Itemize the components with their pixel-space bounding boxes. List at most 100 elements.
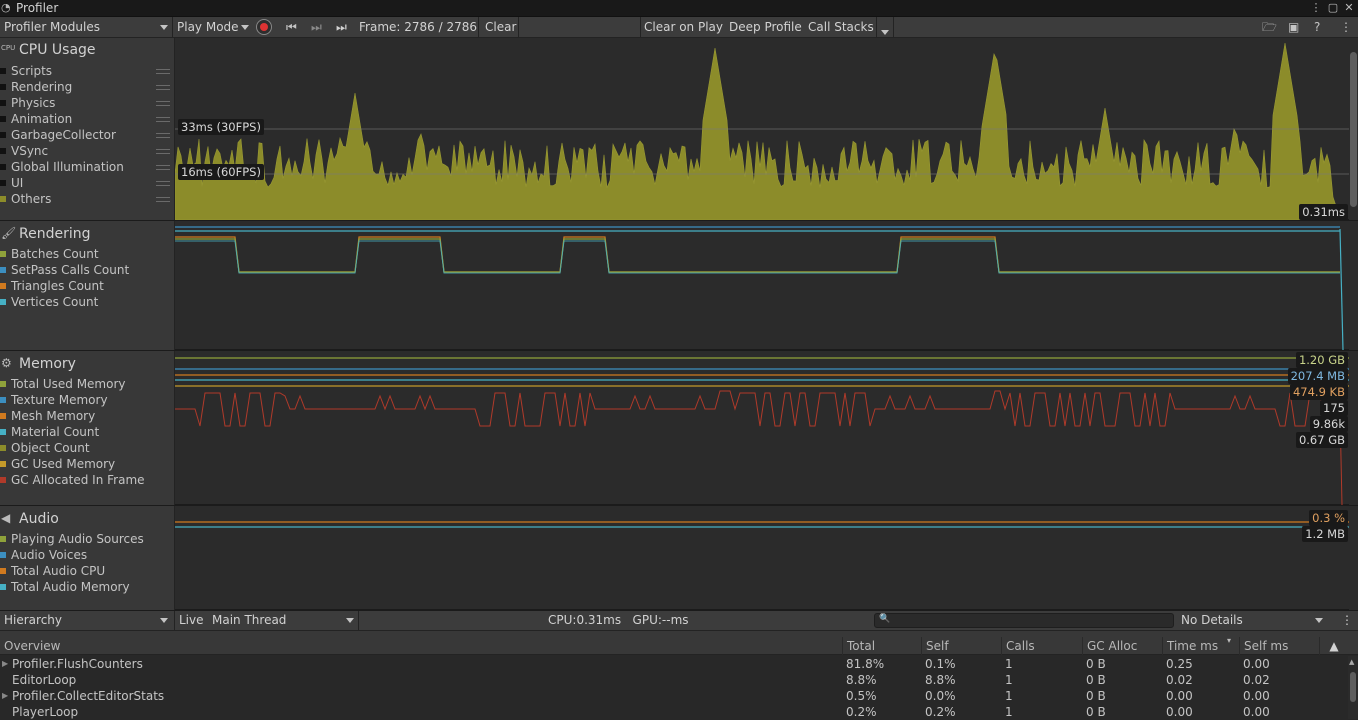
drag-handle-icon[interactable] [156,133,170,138]
audio-item[interactable]: Audio Voices [0,548,174,564]
drag-handle-icon[interactable] [156,69,170,74]
cpu-item[interactable]: GarbageCollector [0,128,174,144]
clear-on-play-toggle[interactable]: Clear on Play [640,17,727,37]
save-button[interactable]: ▣ [1284,17,1303,37]
drag-handle-icon[interactable] [156,181,170,186]
rendering-scrollbar[interactable] [1349,221,1358,350]
view-dropdown[interactable]: Hierarchy [0,611,172,630]
audio-module-panel[interactable]: ◀ Audio Playing Audio Sources Audio Voice… [0,506,175,610]
color-swatch[interactable] [0,115,6,122]
close-icon[interactable]: ✕ [1342,1,1356,14]
first-frame-button[interactable]: ⏮ [282,17,301,37]
cpu-item[interactable]: UI [0,176,174,192]
drag-handle-icon[interactable] [156,165,170,170]
drag-handle-icon[interactable] [156,101,170,106]
audio-item[interactable]: Total Audio CPU [0,564,174,580]
color-swatch[interactable] [0,567,6,574]
table-row[interactable]: EditorLoop 8.8% 8.8% 1 0 B 0.02 0.02 [0,672,1348,688]
memory-item[interactable]: GC Allocated In Frame [0,473,174,489]
color-swatch[interactable] [0,282,6,289]
scrollbar-thumb[interactable] [1350,52,1357,207]
current-frame-button[interactable]: ⏭ [332,17,351,37]
maximize-icon[interactable]: ▢ [1326,1,1340,14]
record-button[interactable] [256,19,272,35]
color-swatch[interactable] [0,412,6,419]
memory-graph[interactable]: 1.20 GB 207.4 MB 474.9 KB 175 9.86k 0.67… [175,351,1358,505]
cpu-scrollbar[interactable] [1349,38,1358,220]
color-swatch[interactable] [0,131,6,138]
expand-arrow-icon[interactable]: ▶ [2,656,8,672]
cpu-item[interactable]: Physics [0,96,174,112]
cpu-item[interactable]: Rendering [0,80,174,96]
table-row[interactable]: ▶ Profiler.CollectEditorStats 0.5% 0.0% 1 0 B… [0,688,1348,704]
column-header-calls[interactable]: Calls [1001,637,1082,655]
rendering-item[interactable]: SetPass Calls Count [0,263,174,279]
color-swatch[interactable] [0,298,6,305]
drag-handle-icon[interactable] [156,149,170,154]
color-swatch[interactable] [0,428,6,435]
live-toggle[interactable]: Live [175,611,208,630]
memory-item[interactable]: Total Used Memory [0,377,174,393]
load-button[interactable]: 🗁 [1258,17,1281,37]
column-header-total[interactable]: Total [842,637,921,655]
scroll-up-icon[interactable]: ▲ [1349,658,1354,666]
rendering-item[interactable]: Triangles Count [0,279,174,295]
rendering-item[interactable]: Batches Count [0,247,174,263]
color-swatch[interactable] [0,67,6,74]
table-row[interactable]: PlayerLoop 0.2% 0.2% 1 0 B 0.00 0.00 [0,704,1348,720]
memory-item[interactable]: GC Used Memory [0,457,174,473]
table-row[interactable]: ▶ Profiler.FlushCounters 81.8% 0.1% 1 0 B 0.25… [0,656,1348,672]
profiler-modules-dropdown[interactable]: Profiler Modules [0,17,172,37]
deep-profile-toggle[interactable]: Deep Profile [725,17,806,37]
audio-item[interactable]: Playing Audio Sources [0,532,174,548]
column-header-gc-alloc[interactable]: GC Alloc [1082,637,1162,655]
cpu-module-panel[interactable]: CPU CPU Usage Scripts Rendering Physics Ani… [0,38,175,220]
memory-item[interactable]: Material Count [0,425,174,441]
color-swatch[interactable] [0,476,6,483]
call-stacks-toggle[interactable]: Call Stacks [804,17,878,37]
next-frame-button[interactable]: ⏭ [307,17,326,37]
rendering-item[interactable]: Vertices Count [0,295,174,311]
cpu-item[interactable]: Others [0,192,174,208]
table-scrollbar[interactable]: ▲ [1348,656,1358,719]
details-dropdown[interactable]: No Details [1177,611,1327,630]
more-options-icon[interactable]: ⋮ [1309,1,1323,14]
help-button[interactable]: ? [1310,17,1324,37]
color-swatch[interactable] [0,583,6,590]
drag-handle-icon[interactable] [156,197,170,202]
color-swatch[interactable] [0,163,6,170]
drag-handle-icon[interactable] [156,117,170,122]
memory-item[interactable]: Mesh Memory [0,409,174,425]
color-swatch[interactable] [0,179,6,186]
rendering-graph[interactable] [175,221,1358,350]
play-mode-dropdown[interactable]: Play Mode [173,17,253,37]
audio-graph[interactable]: 0.3 % 1.2 MB [175,506,1358,610]
expand-arrow-icon[interactable]: ▶ [2,688,8,704]
scrollbar-thumb[interactable] [1350,672,1356,702]
color-swatch[interactable] [0,83,6,90]
call-stacks-dropdown[interactable] [879,25,889,39]
column-header-overview[interactable]: Overview [0,637,842,655]
memory-scrollbar[interactable] [1349,351,1358,505]
drag-handle-icon[interactable] [156,85,170,90]
memory-module-panel[interactable]: ⚙ Memory Total Used Memory Texture Memory… [0,351,175,505]
memory-item[interactable]: Texture Memory [0,393,174,409]
cpu-item[interactable]: Animation [0,112,174,128]
search-input[interactable]: 🔍 [874,613,1174,628]
color-swatch[interactable] [0,99,6,106]
rendering-module-panel[interactable]: 🖌 Rendering Batches Count SetPass Calls C… [0,221,175,350]
color-swatch[interactable] [0,250,6,257]
thread-dropdown[interactable]: Main Thread [208,611,358,630]
cpu-usage-graph[interactable]: 33ms (30FPS) 16ms (60FPS) 0.31ms [175,38,1358,220]
color-swatch[interactable] [0,444,6,451]
color-swatch[interactable] [0,266,6,273]
color-swatch[interactable] [0,380,6,387]
cpu-item[interactable]: VSync [0,144,174,160]
color-swatch[interactable] [0,460,6,467]
warning-column-header[interactable]: ▲ [1319,637,1348,655]
cpu-item[interactable]: Scripts [0,64,174,80]
column-header-self-ms[interactable]: Self ms [1239,637,1319,655]
audio-scrollbar[interactable] [1349,506,1358,610]
color-swatch[interactable] [0,535,6,542]
color-swatch[interactable] [0,551,6,558]
